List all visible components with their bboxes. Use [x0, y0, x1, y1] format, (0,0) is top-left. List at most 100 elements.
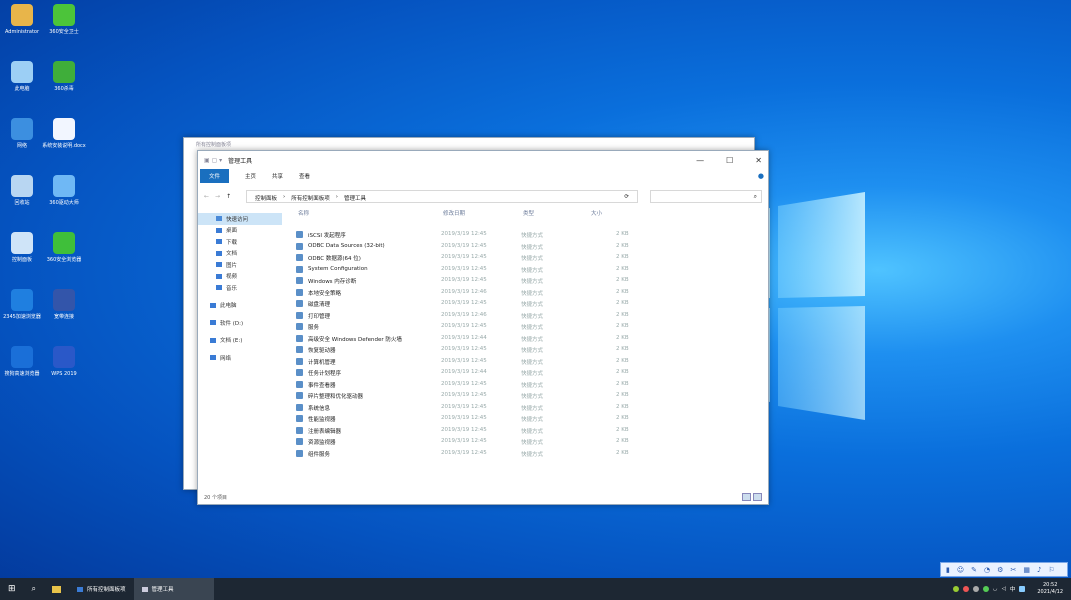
desktop-icon-label: 宽带连接 [53, 314, 74, 320]
floating-input-toolbar[interactable]: ▮ ☺ ✎ ◔ ⚙ ✂ ▦ ♪ ⚐ [940, 562, 1068, 577]
refresh-icon[interactable]: ⟳ [624, 194, 629, 200]
tray-app-icon[interactable] [972, 586, 979, 592]
sidebar-item[interactable]: 网络 [198, 352, 288, 364]
file-row[interactable]: ODBC 数据源(64 位) 2019/3/19 12:45 快捷方式 2 KB [296, 252, 632, 264]
desktop-icon-image [11, 61, 33, 83]
tab-home[interactable]: 主页 [245, 172, 256, 180]
file-name: 碎片整理和优化驱动器 [308, 394, 364, 400]
file-type: 快捷方式 [521, 451, 544, 458]
file-row[interactable]: 资源监视器 2019/3/19 12:45 快捷方式 2 KB [296, 436, 632, 448]
sidebar-item[interactable]: 图片 [198, 259, 288, 271]
input-method-icon[interactable]: 中 [1010, 585, 1016, 593]
file-name: ODBC 数据源(64 位) [308, 256, 361, 262]
help-icon[interactable]: ● [758, 172, 764, 180]
volume-icon[interactable]: ◁ [1002, 586, 1006, 592]
file-size: 2 KB [616, 438, 629, 444]
clock[interactable]: 20:52 2021/4/12 [1037, 582, 1063, 596]
desktop-icon[interactable]: WPS 2019 [42, 346, 86, 377]
up-nav-icon[interactable]: ↑ [226, 193, 231, 200]
folder-icon [216, 273, 222, 279]
desktop-icon[interactable]: 系统安装说明.docx [42, 118, 86, 149]
file-size: 2 KB [616, 300, 629, 306]
breadcrumb-1[interactable]: 控制面板 [255, 194, 277, 202]
file-row[interactable]: 组件服务 2019/3/19 12:45 快捷方式 2 KB [296, 448, 632, 460]
tray-app-icon[interactable] [982, 586, 989, 592]
file-row[interactable]: Windows 内存诊断 2019/3/19 12:45 快捷方式 2 KB [296, 275, 632, 287]
desktop-icon[interactable]: Administrator [0, 4, 44, 35]
file-row[interactable]: iSCSI 发起程序 2019/3/19 12:45 快捷方式 2 KB [296, 229, 632, 241]
tray-360-icon[interactable] [952, 586, 959, 592]
sidebar-item[interactable]: 视频 [198, 271, 288, 283]
desktop-icon[interactable]: 360安全浏览器 [42, 232, 86, 263]
tray-app-icon[interactable] [962, 586, 969, 592]
sidebar-item[interactable]: 音乐 [198, 282, 288, 294]
shortcut-icon [296, 254, 303, 261]
file-row[interactable]: 本地安全策略 2019/3/19 12:46 快捷方式 2 KB [296, 287, 632, 299]
file-name: System Configuration [308, 265, 368, 272]
desktop-icon[interactable]: 搜狗高速浏览器 [0, 346, 44, 377]
file-explorer-button[interactable] [44, 578, 69, 600]
maximize-button[interactable]: ☐ [726, 156, 733, 165]
sidebar-item[interactable]: 快速访问 [198, 213, 282, 225]
desktop-icon[interactable]: 360杀毒 [42, 61, 86, 92]
start-button[interactable]: ⊞ [0, 578, 24, 600]
icons-view-button[interactable] [753, 493, 762, 501]
desktop-icon[interactable]: 网络 [0, 118, 44, 149]
search-input[interactable]: ⌕ [650, 190, 762, 203]
file-row[interactable]: 系统信息 2019/3/19 12:45 快捷方式 2 KB [296, 402, 632, 414]
explorer-window[interactable]: ▣ ▢ ▾ 管理工具 — ☐ ✕ 文件 主页 共享 查看 ● ← → ↑ 控制面… [197, 150, 769, 505]
file-row[interactable]: ODBC Data Sources (32-bit) 2019/3/19 12:… [296, 241, 632, 253]
back-window-title: 所有控制面板项 [196, 142, 232, 148]
back-nav-icon[interactable]: ← [204, 193, 209, 200]
file-row[interactable]: System Configuration 2019/3/19 12:45 快捷方… [296, 264, 632, 276]
sidebar-item[interactable]: 桌面 [198, 225, 288, 237]
forward-nav-icon[interactable]: → [215, 193, 220, 200]
sidebar-item[interactable]: 此电脑 [198, 300, 288, 312]
sidebar-item[interactable]: 文档 (E:) [198, 335, 288, 347]
column-size[interactable]: 大小 [591, 209, 602, 217]
taskbar-control-panel[interactable]: 所有控制面板项 [69, 578, 134, 600]
file-row[interactable]: 碎片整理和优化驱动器 2019/3/19 12:45 快捷方式 2 KB [296, 390, 632, 402]
file-row[interactable]: 任务计划程序 2019/3/19 12:44 快捷方式 2 KB [296, 367, 632, 379]
breadcrumb-3[interactable]: 管理工具 [344, 194, 366, 202]
taskbar-admin-tools[interactable]: 管理工具 [133, 578, 214, 600]
desktop-icon[interactable]: 控制面板 [0, 232, 44, 263]
minimize-button[interactable]: — [696, 156, 704, 165]
file-row[interactable]: 高级安全 Windows Defender 防火墙 2019/3/19 12:4… [296, 333, 632, 345]
sidebar-item[interactable]: 软件 (D:) [198, 317, 288, 329]
column-date[interactable]: 修改日期 [443, 209, 465, 217]
details-view-button[interactable] [742, 493, 751, 501]
file-row[interactable]: 打印管理 2019/3/19 12:46 快捷方式 2 KB [296, 310, 632, 322]
desktop-icon[interactable]: 360驱动大师 [42, 175, 86, 206]
sidebar-item[interactable]: 下载 [198, 236, 288, 248]
file-row[interactable]: 事件查看器 2019/3/19 12:45 快捷方式 2 KB [296, 379, 632, 391]
desktop-icon[interactable]: 此电脑 [0, 61, 44, 92]
file-row[interactable]: 计算机管理 2019/3/19 12:45 快捷方式 2 KB [296, 356, 632, 368]
desktop-icon-label: 回收站 [14, 200, 30, 206]
notification-icon[interactable] [1019, 586, 1026, 592]
file-type: 快捷方式 [521, 290, 544, 297]
address-bar[interactable]: 控制面板 › 所有控制面板项 › 管理工具 ⟳ [246, 190, 638, 203]
desktop-icon[interactable]: 2345加速浏览器 [0, 289, 44, 320]
search-button[interactable]: ⌕ [24, 578, 44, 600]
file-row[interactable]: 磁盘清理 2019/3/19 12:45 快捷方式 2 KB [296, 298, 632, 310]
quick-access-toolbar-icon[interactable]: ▣ ▢ ▾ [204, 157, 222, 164]
tab-share[interactable]: 共享 [272, 172, 283, 180]
desktop-icon[interactable]: 宽带连接 [42, 289, 86, 320]
network-icon[interactable]: ◡ [993, 586, 998, 592]
tab-view[interactable]: 查看 [299, 172, 310, 180]
tab-file[interactable]: 文件 [200, 169, 230, 183]
desktop-icon-label: 360杀毒 [54, 86, 74, 92]
file-type: 快捷方式 [521, 371, 544, 377]
breadcrumb-2[interactable]: 所有控制面板项 [291, 194, 330, 202]
file-row[interactable]: 注册表编辑器 2019/3/19 12:45 快捷方式 2 KB [296, 425, 632, 437]
column-type[interactable]: 类型 [523, 209, 534, 217]
column-name[interactable]: 名称 [298, 209, 309, 217]
sidebar-item[interactable]: 文档 [198, 248, 288, 260]
desktop-icon[interactable]: 回收站 [0, 175, 44, 206]
file-row[interactable]: 服务 2019/3/19 12:45 快捷方式 2 KB [296, 321, 632, 333]
file-row[interactable]: 性能监视器 2019/3/19 12:45 快捷方式 2 KB [296, 413, 632, 425]
close-button[interactable]: ✕ [755, 156, 762, 165]
file-row[interactable]: 恢复驱动器 2019/3/19 12:45 快捷方式 2 KB [296, 344, 632, 356]
desktop-icon[interactable]: 360安全卫士 [42, 4, 86, 35]
